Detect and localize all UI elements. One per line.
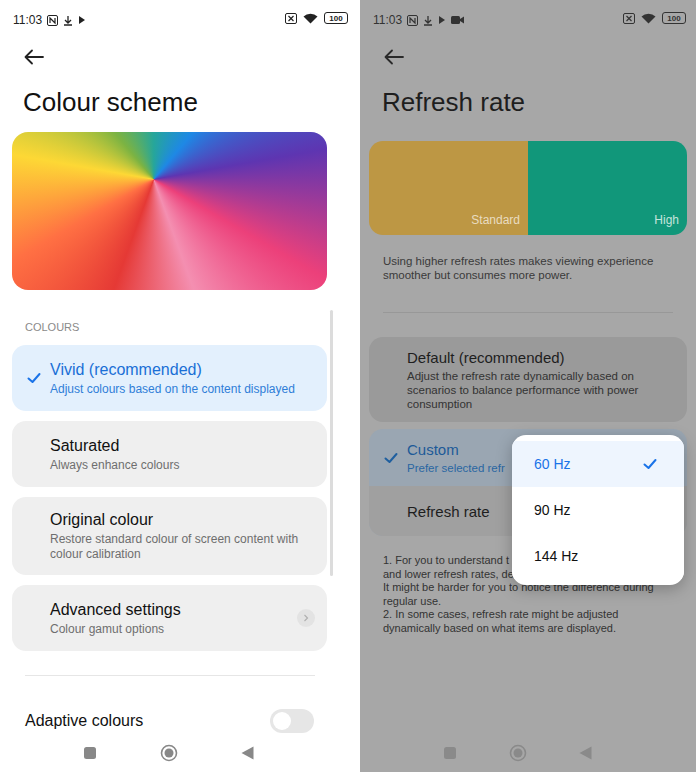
- option-title: Original colour: [50, 510, 315, 530]
- selected-check-icon: [26, 370, 42, 386]
- menu-item-label: 90 Hz: [534, 501, 571, 519]
- colour-option[interactable]: Original colourRestore standard colour o…: [12, 497, 327, 575]
- status-time: 11:03: [13, 12, 42, 28]
- back-arrow-icon[interactable]: [24, 49, 44, 65]
- download-icon: [63, 15, 73, 26]
- refresh-rate-screen: 11:03 100 Refresh rate Standard High Using hi…: [360, 0, 696, 772]
- preview-photo: [12, 132, 327, 290]
- standard-preview: Standard: [369, 141, 528, 235]
- page-title: Refresh rate: [360, 86, 696, 118]
- home-icon[interactable]: [509, 744, 527, 762]
- menu-item-label: 60 Hz: [534, 455, 571, 473]
- mode-card[interactable]: Default (recommended) Adjust the refresh …: [369, 337, 687, 422]
- mode-subtitle: Adjust the refresh rate dynamically base…: [407, 369, 675, 411]
- chevron: [297, 609, 315, 627]
- adaptive-colours-switch[interactable]: [270, 709, 314, 733]
- chevron-right-icon: [303, 614, 309, 622]
- no-sim-icon: [623, 13, 635, 24]
- high-preview: High: [528, 141, 687, 235]
- screenshot-pair: 11:03 100 Colour scheme COLOURS Vivid (recom…: [0, 0, 696, 772]
- option-subtitle: Adjust colours based on the content disp…: [50, 382, 315, 397]
- recents-icon[interactable]: [444, 747, 456, 759]
- adaptive-colours-label: Adaptive colours: [25, 711, 143, 731]
- refresh-preview: Standard High: [369, 141, 687, 235]
- menu-item[interactable]: 144 Hz: [512, 533, 684, 579]
- battery-level: 100: [667, 14, 680, 23]
- section-label: COLOURS: [0, 320, 358, 334]
- menu-item-label: 144 Hz: [534, 547, 578, 565]
- advanced-settings-item[interactable]: Advanced settings Colour gamut options: [12, 585, 327, 651]
- divider: [25, 675, 315, 676]
- status-bar: 11:03 100: [0, 0, 358, 40]
- page-title: Colour scheme: [0, 86, 358, 118]
- home-icon[interactable]: [160, 744, 178, 762]
- option-title: Vivid (recommended): [50, 360, 315, 380]
- divider: [383, 312, 673, 313]
- refresh-rate-menu: 60 Hz 90 Hz 144 Hz: [512, 435, 684, 585]
- no-sim-icon: [285, 13, 297, 24]
- refresh-rate-label: Refresh rate: [407, 502, 490, 521]
- navigation-bar: [0, 734, 358, 772]
- menu-item[interactable]: 90 Hz: [512, 487, 684, 533]
- nfc-icon: [407, 15, 418, 26]
- colour-option[interactable]: Vivid (recommended) Adjust colours based …: [12, 345, 327, 411]
- back-icon[interactable]: [241, 746, 254, 760]
- wifi-icon: [641, 13, 656, 24]
- adaptive-colours-row[interactable]: Adaptive colours: [0, 709, 358, 733]
- back-icon[interactable]: [579, 746, 592, 760]
- navigation-bar: [360, 734, 696, 772]
- battery: 100: [662, 12, 686, 24]
- recents-icon[interactable]: [84, 747, 96, 759]
- battery: 100: [324, 12, 348, 24]
- note-line: dynamically based on what items are disp…: [383, 622, 686, 636]
- menu-item[interactable]: 60 Hz: [512, 441, 684, 487]
- selected-check-icon: [383, 450, 399, 466]
- mode-title: Default (recommended): [407, 348, 675, 367]
- menu-check-icon: [642, 456, 658, 472]
- wifi-icon: [303, 13, 318, 24]
- standard-label: Standard: [471, 213, 520, 227]
- back-arrow-icon[interactable]: [384, 49, 404, 65]
- option-subtitle: Restore standard colour of screen conten…: [50, 532, 315, 562]
- status-bar: 11:03 100: [360, 0, 696, 40]
- option-title: Saturated: [50, 436, 315, 456]
- note-line: regular use.: [383, 595, 686, 609]
- scrollbar[interactable]: [330, 310, 333, 576]
- colour-option[interactable]: Saturated Always enhance colours: [12, 421, 327, 487]
- video-camera-icon: [451, 15, 464, 25]
- status-time: 11:03: [373, 12, 402, 28]
- nfc-icon: [47, 15, 58, 26]
- play-icon: [78, 15, 86, 25]
- colour-scheme-screen: 11:03 100 Colour scheme COLOURS Vivid (recom…: [0, 0, 358, 772]
- description: Using higher refresh rates makes viewing…: [360, 254, 696, 282]
- note-line: 2. In some cases, refresh rate might be …: [383, 608, 686, 622]
- battery-level: 100: [329, 14, 342, 23]
- high-label: High: [654, 213, 679, 227]
- option-subtitle: Always enhance colours: [50, 458, 315, 473]
- option-subtitle: Colour gamut options: [50, 622, 297, 637]
- download-icon: [423, 15, 433, 26]
- option-title: Advanced settings: [50, 600, 297, 620]
- play-icon: [438, 15, 446, 25]
